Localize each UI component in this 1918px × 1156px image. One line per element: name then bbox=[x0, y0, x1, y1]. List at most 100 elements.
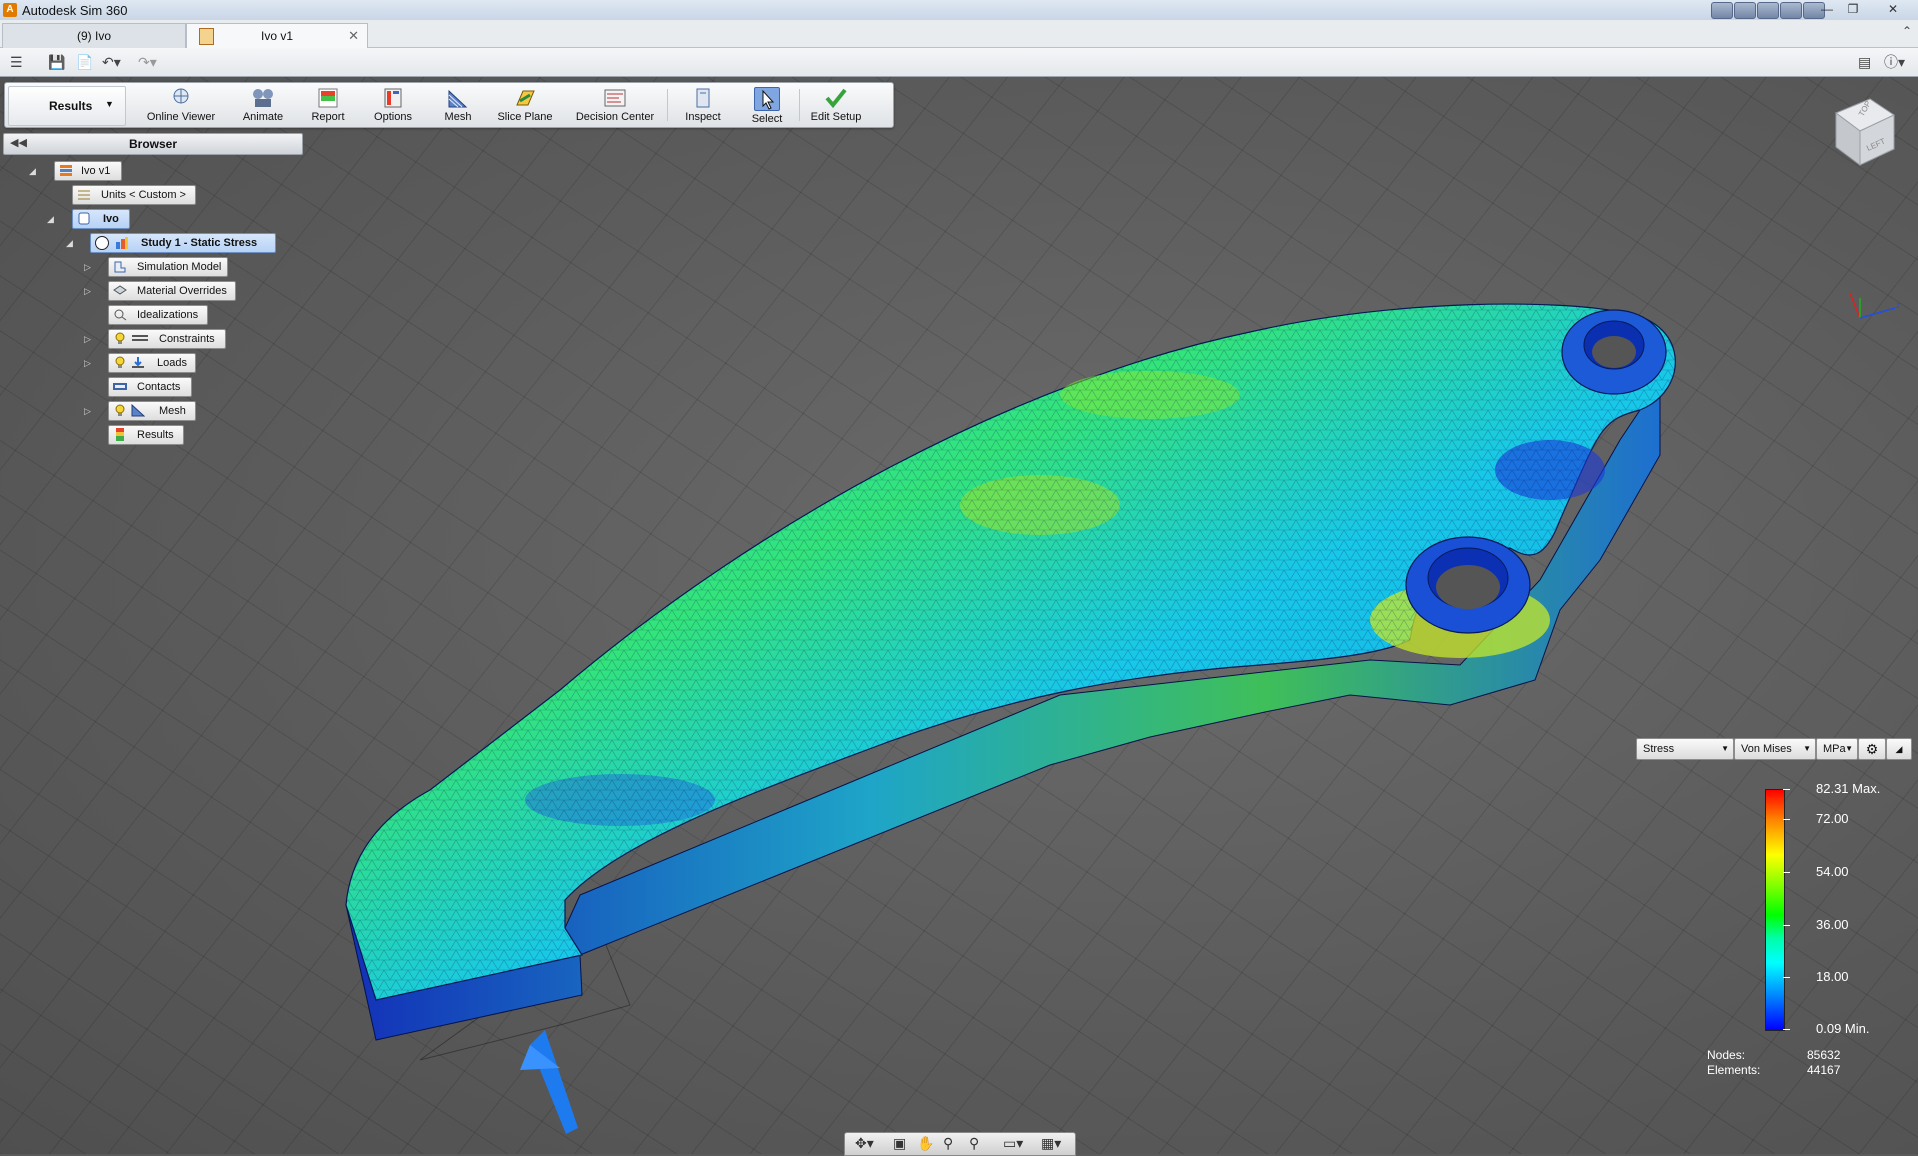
results-icon bbox=[116, 428, 124, 441]
tree-node-label: Contacts bbox=[137, 381, 181, 393]
tree-node-component[interactable]: Ivo bbox=[72, 209, 130, 229]
decision-center-button[interactable]: Decision Center bbox=[571, 85, 659, 125]
expand-icon[interactable]: ◢ bbox=[66, 238, 73, 249]
stress-color-scale bbox=[1765, 789, 1785, 1031]
stress-result-model[interactable] bbox=[0, 77, 1918, 1154]
tree-node-material-overrides[interactable]: Material Overrides bbox=[108, 281, 236, 301]
online-viewer-icon bbox=[173, 88, 189, 104]
active-study-radio-icon[interactable] bbox=[95, 236, 109, 250]
restore-icon[interactable]: ❐ bbox=[1842, 1, 1864, 17]
select-button[interactable]: Select bbox=[741, 85, 793, 125]
lightbulb-icon[interactable] bbox=[113, 404, 127, 417]
inspect-button[interactable]: Inspect bbox=[675, 85, 731, 125]
window-toggle-icon[interactable] bbox=[1757, 2, 1779, 19]
units-icon bbox=[78, 190, 90, 200]
workspace-dropdown[interactable]: Results ▼ bbox=[8, 86, 126, 126]
legend-expand-button[interactable]: ◢ bbox=[1886, 738, 1912, 760]
tree-node-units[interactable]: Units < Custom > bbox=[72, 185, 196, 205]
loads-icon bbox=[132, 357, 144, 368]
report-label: Report bbox=[311, 111, 345, 123]
grid-settings-icon[interactable]: ▦▾ bbox=[1041, 1135, 1061, 1152]
window-toggle-icon[interactable] bbox=[1734, 2, 1756, 19]
lightbulb-icon[interactable] bbox=[113, 332, 127, 345]
expand-icon[interactable]: ◢ bbox=[47, 214, 54, 225]
browser-panel-header[interactable]: ◀◀ Browser bbox=[3, 133, 303, 155]
tab-ivo[interactable]: (9) Ivo bbox=[2, 23, 186, 48]
chevron-down-icon: ▼ bbox=[105, 99, 114, 109]
tree-node-label: Loads bbox=[157, 357, 187, 369]
window-toggle-icon[interactable] bbox=[1711, 2, 1733, 19]
tree-node-simulation-model[interactable]: Simulation Model bbox=[108, 257, 228, 277]
decision-center-label: Decision Center bbox=[575, 111, 655, 123]
expand-icon[interactable]: ◢ bbox=[29, 166, 36, 177]
orbit-icon[interactable]: ✥▾ bbox=[855, 1135, 874, 1152]
save-as-icon[interactable]: 📄 bbox=[76, 53, 93, 71]
chevron-down-icon: ▼ bbox=[1721, 744, 1729, 753]
window-toggle-icon[interactable] bbox=[1780, 2, 1802, 19]
result-component-dropdown[interactable]: Von Mises ▼ bbox=[1734, 738, 1816, 760]
slice-plane-button[interactable]: Slice Plane bbox=[495, 85, 555, 125]
title-bar: A Autodesk Sim 360 — ❐ ✕ bbox=[0, 0, 1918, 21]
redo-icon[interactable]: ↷▾ bbox=[138, 53, 157, 71]
select-icon bbox=[754, 87, 780, 111]
online-viewer-button[interactable]: Online Viewer bbox=[135, 85, 227, 125]
decision-center-icon bbox=[604, 89, 626, 107]
unit-dropdown[interactable]: MPa ▼ bbox=[1816, 738, 1858, 760]
constraints-icon bbox=[132, 335, 148, 341]
save-icon[interactable]: 💾 bbox=[48, 53, 65, 71]
look-at-icon[interactable]: ▣ bbox=[893, 1135, 906, 1152]
fit-icon[interactable]: ⚲ bbox=[969, 1135, 979, 1152]
tab-ivo-v1[interactable]: Ivo v1 ✕ bbox=[186, 23, 368, 48]
expand-icon[interactable]: ▷ bbox=[84, 334, 91, 345]
tree-node-idealizations[interactable]: Idealizations bbox=[108, 305, 208, 325]
options-icon bbox=[384, 88, 402, 108]
tree-node-study[interactable]: Study 1 - Static Stress bbox=[90, 233, 276, 253]
expand-icon[interactable]: ▷ bbox=[84, 262, 91, 273]
expand-icon[interactable]: ▷ bbox=[84, 286, 91, 297]
result-type-dropdown[interactable]: Stress ▼ bbox=[1636, 738, 1734, 760]
legend-tick bbox=[1783, 872, 1790, 873]
comments-icon[interactable]: ▤ bbox=[1858, 53, 1871, 71]
tree-node-loads[interactable]: Loads bbox=[108, 353, 196, 373]
mesh-button[interactable]: Mesh bbox=[433, 85, 483, 125]
close-icon[interactable]: ✕ bbox=[1882, 1, 1904, 17]
display-settings-icon[interactable]: ▭▾ bbox=[1003, 1135, 1023, 1152]
legend-min-label: 0.09 Min. bbox=[1816, 1021, 1870, 1036]
tree-node-constraints[interactable]: Constraints bbox=[108, 329, 226, 349]
model-viewport[interactable] bbox=[0, 77, 1918, 1154]
tree-node-label: Results bbox=[137, 429, 174, 441]
document-tab-bar: (9) Ivo Ivo v1 ✕ ⌃ bbox=[0, 20, 1918, 48]
viewcube[interactable]: TOP LEFT bbox=[1830, 95, 1900, 167]
options-button[interactable]: Options bbox=[365, 85, 421, 125]
animate-icon bbox=[253, 89, 273, 107]
minimize-icon[interactable]: — bbox=[1816, 1, 1838, 17]
mesh-icon bbox=[448, 89, 468, 108]
ribbon-divider bbox=[667, 89, 668, 121]
expand-icon[interactable]: ▷ bbox=[84, 406, 91, 417]
zoom-icon[interactable]: ⚲ bbox=[943, 1135, 953, 1152]
tree-node-mesh[interactable]: Mesh bbox=[108, 401, 196, 421]
window-title: Autodesk Sim 360 bbox=[22, 3, 128, 18]
tree-node-contacts[interactable]: Contacts bbox=[108, 377, 192, 397]
menu-icon[interactable]: ☰ bbox=[10, 53, 23, 71]
tree-node-root[interactable]: Ivo v1 bbox=[54, 161, 122, 181]
undo-icon[interactable]: ↶▾ bbox=[102, 53, 121, 71]
component-icon bbox=[78, 212, 90, 225]
edit-setup-icon bbox=[825, 88, 847, 109]
tab-label: (9) Ivo bbox=[76, 29, 111, 43]
legend-tick bbox=[1783, 925, 1790, 926]
tree-node-label: Study 1 - Static Stress bbox=[141, 237, 258, 249]
report-button[interactable]: Report bbox=[303, 85, 353, 125]
help-icon[interactable]: ⓘ▾ bbox=[1884, 53, 1905, 71]
expand-icon[interactable]: ▷ bbox=[84, 358, 91, 369]
edit-setup-button[interactable]: Edit Setup bbox=[805, 85, 867, 125]
animate-button[interactable]: Animate bbox=[235, 85, 291, 125]
tree-node-results[interactable]: Results bbox=[108, 425, 184, 445]
chevron-up-icon[interactable]: ⌃ bbox=[1902, 24, 1912, 38]
legend-settings-button[interactable]: ⚙ bbox=[1858, 738, 1886, 760]
tree-node-label: Constraints bbox=[159, 333, 215, 345]
pan-hand-icon[interactable]: ✋ bbox=[917, 1135, 934, 1152]
close-tab-icon[interactable]: ✕ bbox=[348, 24, 359, 48]
lightbulb-icon[interactable] bbox=[113, 356, 127, 369]
mesh-icon bbox=[131, 404, 145, 417]
